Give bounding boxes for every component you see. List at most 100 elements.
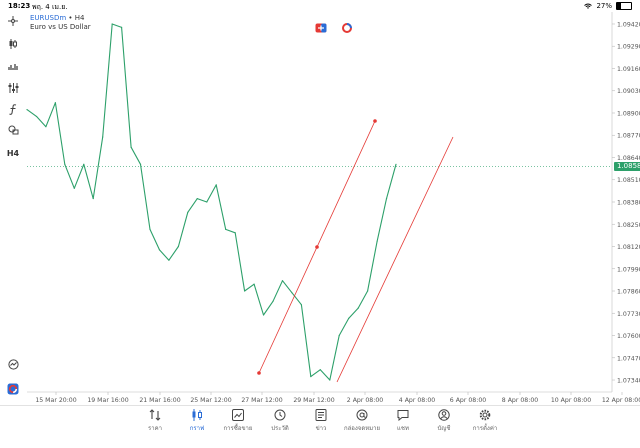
candle-type-icon[interactable] (5, 37, 21, 51)
one-click-trading-icon[interactable] (5, 382, 21, 396)
x-tick-label: 10 Apr 08:00 (551, 397, 591, 404)
price-point (234, 232, 236, 234)
current-price-tag: 1.08587 (614, 161, 640, 171)
y-tick-label: 1.09290 (617, 44, 640, 51)
price-line (26, 23, 397, 381)
y-tick-label: 1.08120 (617, 244, 640, 251)
price-point (367, 290, 369, 292)
price-point (281, 280, 284, 282)
volume-icon[interactable] (5, 59, 21, 73)
function-icon[interactable] (5, 102, 21, 116)
x-tick-label: 12 Apr 08:00 (602, 397, 640, 404)
price-point (357, 307, 359, 309)
x-tick-label: 27 Mar 12:00 (241, 397, 282, 404)
symbol-info: EURUSDm • H4 Euro vs US Dollar (30, 14, 91, 31)
price-point (121, 26, 123, 29)
price-point (139, 163, 142, 165)
price-point (319, 369, 321, 371)
nav-item-label: การตั้งค่า (472, 425, 498, 432)
channel-anchor-end (373, 119, 377, 123)
price-point (300, 304, 302, 306)
y-tick-label: 1.08510 (617, 177, 640, 184)
x-tick-label: 19 Mar 16:00 (87, 397, 128, 404)
x-tick-label: 15 Mar 20:00 (35, 397, 76, 404)
trade-panel-icon[interactable] (315, 18, 327, 33)
y-tick-label: 1.07730 (617, 311, 640, 318)
symbol-name: EURUSDm (30, 14, 67, 22)
price-point (310, 375, 312, 378)
y-tick-label: 1.08900 (617, 110, 640, 117)
nav-item-label: แชท (397, 425, 409, 432)
y-tick-label: 1.09420 (617, 21, 640, 28)
symbol-description: Euro vs US Dollar (30, 23, 91, 31)
nav-item-settings[interactable]: การตั้งค่า (460, 409, 510, 433)
price-point (253, 283, 255, 285)
account-icon[interactable] (341, 18, 353, 33)
y-tick-label: 1.07470 (617, 355, 640, 362)
bottom-nav: ราคา กราฟ การซื้อขาย ประวัติ ข่าว กล่องจดหมาย… (0, 405, 640, 448)
price-point (102, 136, 104, 138)
chart-area[interactable]: 1.09420 1.09290 1.09160 1.09030 1.08900 1.087… (0, 0, 640, 447)
price-point (177, 245, 179, 248)
y-tick-label: 1.08250 (617, 222, 640, 229)
price-point (149, 228, 151, 230)
timeframe-button[interactable]: H4 (5, 146, 21, 160)
x-tick-label: 29 Mar 12:00 (293, 397, 334, 404)
price-point (206, 201, 208, 203)
nav-item-label: กล่องจดหมาย (343, 425, 381, 432)
y-tick-label: 1.07340 (617, 378, 640, 385)
price-point (272, 300, 274, 302)
price-point (395, 163, 397, 165)
nav-item-label: ข่าว (315, 425, 327, 432)
nav-item-label: กราฟ (189, 425, 205, 432)
price-point (111, 23, 113, 25)
price-point (329, 379, 331, 381)
price-point (244, 290, 246, 292)
objects-icon[interactable] (5, 123, 21, 137)
y-tick-label: 1.07990 (617, 266, 640, 273)
nav-item-label: บัญชี (437, 425, 451, 432)
indicators-icon[interactable] (5, 81, 21, 95)
channel-anchor-start (257, 371, 261, 375)
channel-line-lower (336, 136, 454, 383)
price-point (262, 314, 265, 316)
price-point (45, 126, 47, 128)
price-chart[interactable]: 1.09420 1.09290 1.09160 1.09030 1.08900 1.087… (0, 0, 640, 447)
price-point (92, 197, 94, 200)
price-point (291, 292, 293, 294)
price-point (26, 108, 28, 111)
price-point (35, 115, 38, 118)
x-tick-label: 6 Apr 08:00 (450, 397, 486, 404)
trade-history-icon[interactable] (5, 357, 21, 371)
price-point (168, 259, 170, 261)
price-point (215, 184, 217, 186)
settings-icon (460, 409, 510, 421)
top-icons (315, 18, 353, 33)
price-point (158, 249, 161, 251)
price-point (83, 163, 85, 165)
price-point (196, 197, 198, 200)
x-tick-label: 8 Apr 08:00 (502, 397, 538, 404)
y-tick-label: 1.09160 (617, 66, 640, 73)
timeframe-label: H4 (6, 148, 20, 158)
channel-anchor-middle (315, 245, 319, 249)
price-point (54, 102, 56, 104)
y-tick-label: 1.07860 (617, 289, 640, 296)
price-point (73, 187, 75, 189)
price-point (64, 163, 66, 165)
y-tick-label: 1.09030 (617, 88, 640, 95)
price-point (225, 228, 227, 230)
nav-item-label: ราคา (148, 425, 162, 432)
price-point (385, 197, 388, 200)
y-tick-label: 1.08770 (617, 133, 640, 140)
price-point (130, 146, 132, 148)
y-tick-label: 1.08640 (617, 155, 640, 162)
x-tick-label: 4 Apr 08:00 (399, 397, 435, 404)
y-tick-label: 1.07600 (617, 333, 640, 340)
nav-item-label: การซื้อขาย (223, 425, 253, 432)
nav-item-label: ประวัติ (271, 425, 289, 432)
price-point (348, 317, 350, 319)
price-point (376, 240, 378, 242)
crosshair-icon[interactable] (5, 14, 21, 28)
x-tick-label: 25 Mar 12:00 (190, 397, 231, 404)
